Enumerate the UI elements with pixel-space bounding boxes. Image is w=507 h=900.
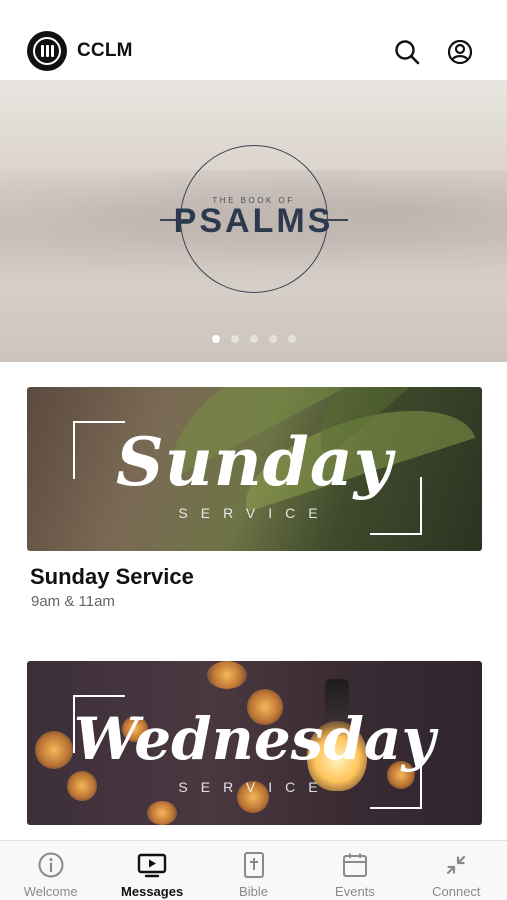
app-title: CCLM [77, 40, 133, 61]
tab-events[interactable]: Events [304, 841, 405, 900]
hero-title: PSALMS [173, 202, 334, 240]
carousel-page-indicator[interactable] [0, 335, 507, 343]
connect-arrows-icon [447, 855, 466, 875]
carousel-dot[interactable] [287, 335, 296, 343]
profile-button[interactable] [446, 38, 474, 66]
calendar-icon [342, 853, 367, 877]
carousel-dot[interactable] [249, 335, 258, 343]
tab-bible[interactable]: Bible [203, 841, 304, 900]
sunday-image-subtitle: SERVICE [178, 505, 331, 521]
search-button[interactable] [393, 38, 421, 66]
cclm-logo-icon[interactable] [27, 31, 67, 71]
app-header: CCLM [0, 0, 507, 80]
tab-connect[interactable]: Connect [406, 841, 507, 900]
search-icon [395, 40, 420, 65]
profile-icon [447, 39, 473, 65]
tab-label: Bible [239, 884, 268, 899]
wednesday-service-card-image[interactable]: Wednesday SERVICE [27, 661, 482, 825]
wednesday-script-title: Wednesday [73, 705, 436, 773]
tv-play-icon [137, 853, 167, 878]
info-icon [38, 852, 64, 878]
sunday-service-card-image[interactable]: Sunday SERVICE [27, 387, 482, 551]
sunday-script-title: Sunday [116, 423, 393, 501]
bible-icon [243, 852, 264, 878]
carousel-dot[interactable] [230, 335, 239, 343]
tab-messages[interactable]: Messages [101, 841, 202, 900]
carousel-dot[interactable] [211, 335, 220, 343]
carousel-dot[interactable] [268, 335, 277, 343]
tab-label: Events [335, 884, 375, 899]
card-title[interactable]: Sunday Service [30, 564, 194, 590]
hero-carousel[interactable]: THE BOOK OF PSALMS [0, 80, 507, 362]
tab-label: Connect [432, 884, 481, 899]
tab-label: Welcome [23, 884, 78, 899]
bottom-tab-bar: Welcome Messages Bible Events Connect [0, 840, 507, 900]
card-subtitle: 9am & 11am [31, 593, 115, 610]
wednesday-image-subtitle: SERVICE [178, 779, 331, 795]
tab-label: Messages [121, 884, 184, 899]
tab-welcome[interactable]: Welcome [0, 841, 101, 900]
